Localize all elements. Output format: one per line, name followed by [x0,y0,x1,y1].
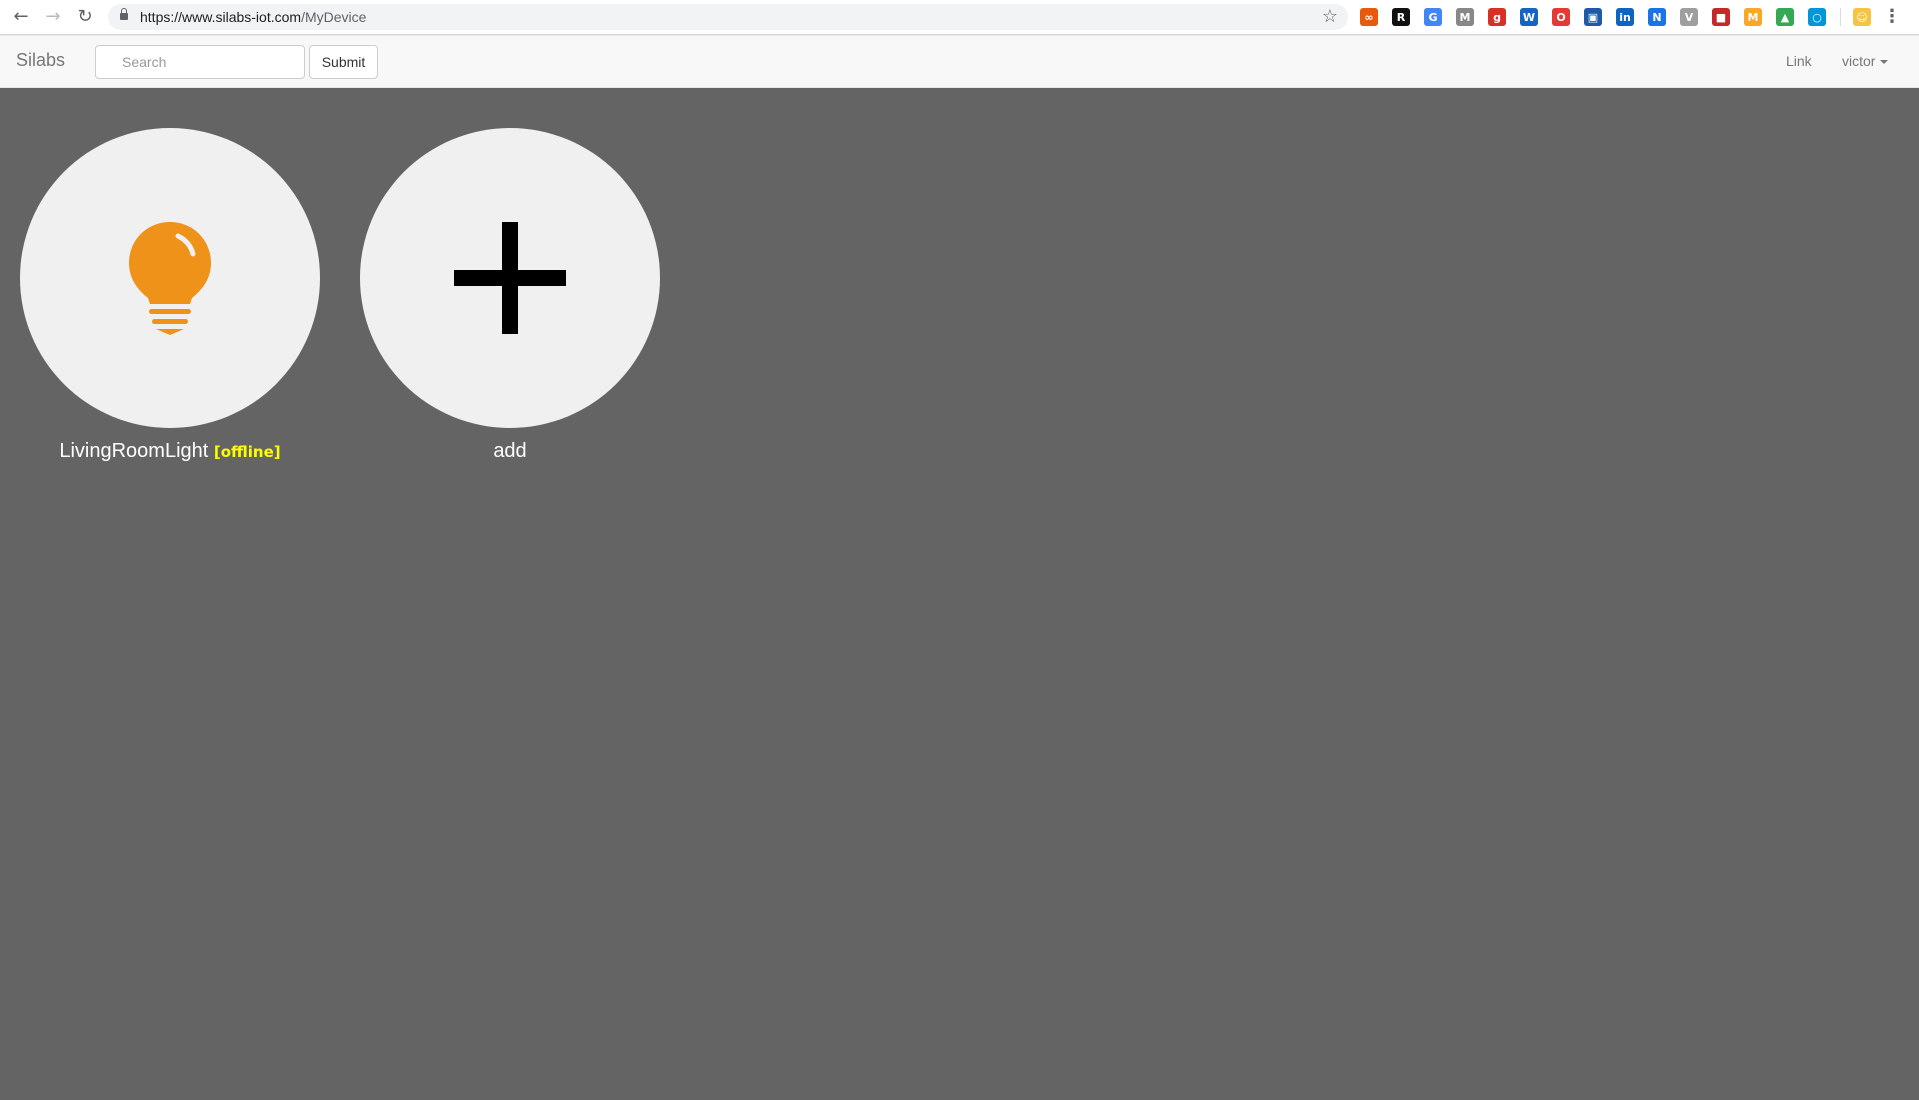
ext-red-icon[interactable]: g [1488,8,1506,26]
user-name: victor [1842,53,1876,69]
device-circle[interactable] [20,128,320,428]
submit-button[interactable]: Submit [309,45,378,79]
ext-m-icon[interactable]: M [1744,8,1762,26]
ext-new-icon[interactable]: N [1648,8,1666,26]
ext-blue-icon[interactable]: ▣ [1584,8,1602,26]
add-device-card[interactable]: add [360,128,660,463]
ext-circle-icon[interactable]: ○ [1808,8,1826,26]
nav-link[interactable]: Link [1786,53,1812,69]
device-name: LivingRoomLight [59,440,209,462]
device-card-livingroomlight[interactable]: LivingRoomLight [offline] [20,128,320,463]
add-device-circle[interactable] [360,128,660,428]
reload-icon[interactable]: ↻ [73,5,97,29]
app-navbar: Silabs Submit Link victor [0,35,1919,88]
browser-toolbar: ← → ↻ https://www.silabs-iot.com/MyDevic… [0,0,1919,35]
lightbulb-icon [129,222,211,335]
extensions-bar: ∞ R G Mg W O ▣ in N V ■ M ▲ ○ ☺ [1360,7,1885,27]
ext-w-icon[interactable]: W [1520,8,1538,26]
url-text[interactable]: https://www.silabs-iot.com/MyDevice [140,9,366,25]
back-icon[interactable]: ← [9,5,33,29]
ext-linkedin-icon[interactable]: in [1616,8,1634,26]
brand-logo[interactable]: Silabs [16,50,65,71]
ext-bookmark-icon[interactable]: ■ [1712,8,1730,26]
url-path: /MyDevice [301,9,367,25]
ext-opera-icon[interactable]: O [1552,8,1570,26]
search-input[interactable] [95,45,305,79]
lock-icon[interactable] [120,8,128,20]
ext-translate-icon[interactable]: G [1424,8,1442,26]
forward-icon[interactable]: → [41,5,65,29]
plus-icon [454,222,566,334]
ext-gmail-icon[interactable]: M [1456,8,1474,26]
ext-r-icon[interactable]: R [1392,8,1410,26]
ext-orange-icon[interactable]: ∞ [1360,8,1378,26]
address-bar[interactable]: https://www.silabs-iot.com/MyDevice ☆ [108,4,1348,30]
caret-down-icon [1880,60,1889,65]
device-label: LivingRoomLight [offline] [20,440,320,463]
ext-drive-icon[interactable]: ▲ [1776,8,1794,26]
status-badge: [offline] [213,443,281,461]
url-host: https://www.silabs-iot.com [140,9,302,25]
device-label-add: add [493,440,527,462]
ext-v-icon[interactable]: V [1680,8,1698,26]
extension-separator [1840,8,1841,26]
browser-menu-icon[interactable]: ⋮ [1883,6,1901,27]
bookmark-star-icon[interactable]: ☆ [1322,6,1338,27]
ext-emoji-icon[interactable]: ☺ [1853,8,1871,26]
user-dropdown[interactable]: victor [1842,53,1889,69]
